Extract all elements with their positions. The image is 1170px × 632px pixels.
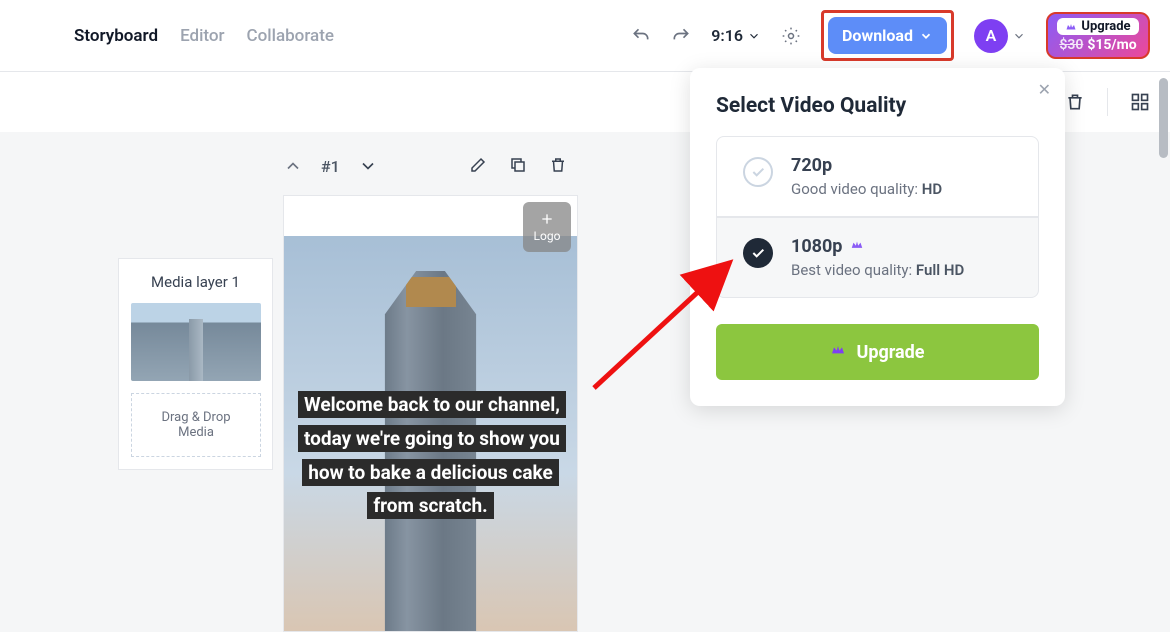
quality-name: 1080p	[791, 236, 842, 257]
aspect-ratio-value: 9:16	[711, 26, 743, 45]
crown-icon	[850, 236, 864, 257]
account-menu[interactable]: A	[974, 19, 1026, 53]
quality-desc-bold: Full HD	[916, 261, 964, 279]
grid-view-icon[interactable]	[1130, 92, 1150, 112]
media-thumbnail[interactable]	[131, 303, 261, 381]
new-price: $15/mo	[1087, 37, 1136, 53]
logo-label: Logo	[534, 229, 561, 243]
caption-text: Welcome back to our channel, today we're…	[298, 391, 566, 519]
quality-desc-prefix: Best video quality:	[791, 261, 916, 279]
scene-preview[interactable]: Welcome back to our channel, today we're…	[283, 195, 578, 632]
chevron-down-icon	[919, 29, 933, 43]
tab-editor[interactable]: Editor	[180, 26, 224, 46]
crown-icon	[1065, 21, 1077, 33]
scene-number: #1	[321, 157, 340, 176]
edit-icon[interactable]	[469, 156, 487, 174]
scene-media: Welcome back to our channel, today we're…	[284, 236, 577, 631]
popover-title: Select Video Quality	[690, 94, 1065, 136]
duplicate-icon[interactable]	[509, 156, 527, 174]
upgrade-button-label: Upgrade	[856, 342, 924, 363]
toolbar-divider	[1107, 88, 1108, 116]
quality-desc-prefix: Good video quality:	[791, 180, 922, 198]
dropzone-line2: Media	[178, 425, 214, 440]
dropzone-line1: Drag & Drop	[161, 410, 230, 425]
plus-icon	[539, 211, 555, 227]
media-layer-title: Media layer 1	[131, 273, 260, 291]
upgrade-button[interactable]: Upgrade	[716, 324, 1039, 380]
check-circle-icon	[743, 238, 773, 268]
quality-option-720p[interactable]: 720p Good video quality: HD	[716, 136, 1039, 217]
download-button[interactable]: Download	[828, 17, 947, 54]
media-layer-card: Media layer 1 Drag & Drop Media	[118, 258, 273, 470]
upgrade-pill[interactable]: Upgrade $30 $15/mo	[1046, 12, 1150, 59]
trash-icon[interactable]	[1065, 92, 1085, 112]
media-dropzone[interactable]: Drag & Drop Media	[131, 393, 261, 457]
crown-icon	[830, 342, 846, 363]
scene-nav: #1	[283, 156, 378, 176]
close-icon[interactable]: ✕	[1038, 80, 1051, 99]
scene-caption[interactable]: Welcome back to our channel, today we're…	[284, 388, 577, 523]
move-down-icon[interactable]	[358, 156, 378, 176]
old-price: $30	[1059, 37, 1083, 53]
video-quality-popover: ✕ Select Video Quality 720p Good video q…	[690, 68, 1065, 406]
app-header: Storyboard Editor Collaborate 9:16 Downl…	[0, 0, 1170, 72]
scene-tools	[469, 156, 567, 174]
tab-collaborate[interactable]: Collaborate	[247, 26, 334, 46]
chevron-down-icon	[1012, 29, 1026, 43]
avatar: A	[974, 19, 1008, 53]
move-up-icon[interactable]	[283, 156, 303, 176]
quality-option-1080p[interactable]: 1080p Best video quality: Full HD	[716, 217, 1039, 298]
quality-desc-bold: HD	[922, 180, 942, 198]
redo-icon[interactable]	[671, 26, 691, 46]
chevron-down-icon	[747, 29, 761, 43]
aspect-ratio-selector[interactable]: 9:16	[711, 26, 761, 45]
trash-icon[interactable]	[549, 156, 567, 174]
download-label: Download	[842, 26, 913, 45]
scrollbar-thumb[interactable]	[1159, 78, 1168, 158]
undo-icon[interactable]	[631, 26, 651, 46]
header-right: 9:16 Download A Upgrade $30 $15/mo	[631, 10, 1150, 61]
check-circle-icon	[743, 157, 773, 187]
download-highlight-box: Download	[821, 10, 954, 61]
header-tabs: Storyboard Editor Collaborate	[74, 26, 334, 46]
upgrade-pill-label: Upgrade	[1081, 19, 1130, 34]
settings-sparkle-icon[interactable]	[781, 26, 801, 46]
tab-storyboard[interactable]: Storyboard	[74, 26, 158, 46]
logo-placeholder[interactable]: Logo	[523, 202, 571, 252]
quality-name: 720p	[791, 155, 832, 176]
